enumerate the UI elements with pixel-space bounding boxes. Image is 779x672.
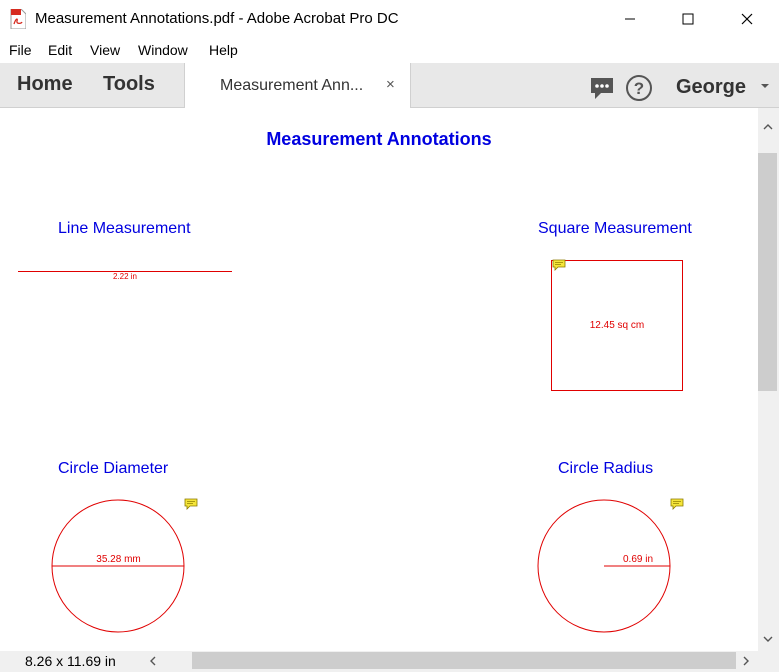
horizontal-scroll-thumb[interactable] [192, 652, 736, 669]
document-title: Measurement Annotations [266, 129, 492, 149]
scroll-right-icon[interactable] [741, 655, 751, 667]
circle-radius-value: 0.69 in [622, 554, 654, 565]
scroll-up-icon[interactable] [762, 122, 774, 132]
square-measurement-heading: Square Measurement [538, 220, 692, 237]
line-measurement-heading: Line Measurement [58, 220, 191, 237]
svg-text:?: ? [634, 79, 644, 98]
document-tab-label: Measurement Ann... [220, 77, 364, 94]
chevron-down-icon[interactable] [760, 82, 770, 90]
scroll-down-icon[interactable] [762, 634, 774, 644]
help-icon[interactable]: ? [625, 74, 653, 102]
minimize-icon [625, 18, 635, 20]
note-icon[interactable] [184, 498, 198, 510]
close-window-button[interactable] [724, 0, 770, 38]
line-measurement-value: 2.22 in [112, 272, 138, 281]
note-icon[interactable] [552, 259, 566, 271]
menu-edit[interactable]: Edit [48, 42, 72, 58]
circle-diameter-heading: Circle Diameter [58, 460, 169, 477]
circle-radius-shape[interactable] [536, 498, 673, 635]
close-tab-button[interactable]: × [386, 76, 395, 93]
maximize-icon [682, 13, 694, 25]
minimize-button[interactable] [607, 0, 653, 38]
menu-help[interactable]: Help [209, 42, 238, 58]
circle-diameter-value: 35.28 mm [96, 554, 141, 565]
tools-tab[interactable]: Tools [103, 73, 155, 96]
page-size-label: 8.26 x 11.69 in [25, 653, 116, 669]
maximize-button[interactable] [665, 0, 711, 38]
home-tab[interactable]: Home [17, 73, 73, 96]
menu-file[interactable]: File [9, 42, 32, 58]
acrobat-pdf-icon [10, 9, 26, 29]
circle-diameter-shape[interactable] [50, 498, 187, 635]
scroll-left-icon[interactable] [148, 655, 158, 667]
close-icon [741, 13, 753, 25]
menu-view[interactable]: View [90, 42, 120, 58]
window-title: Measurement Annotations.pdf - Adobe Acro… [35, 10, 399, 27]
circle-radius-heading: Circle Radius [558, 460, 654, 477]
menu-window[interactable]: Window [138, 42, 188, 58]
square-measurement-value: 12.45 sq cm [589, 320, 645, 331]
note-icon[interactable] [670, 498, 684, 510]
user-name[interactable]: George [676, 76, 746, 99]
comment-icon[interactable] [589, 75, 615, 101]
vertical-scroll-thumb[interactable] [758, 153, 777, 391]
